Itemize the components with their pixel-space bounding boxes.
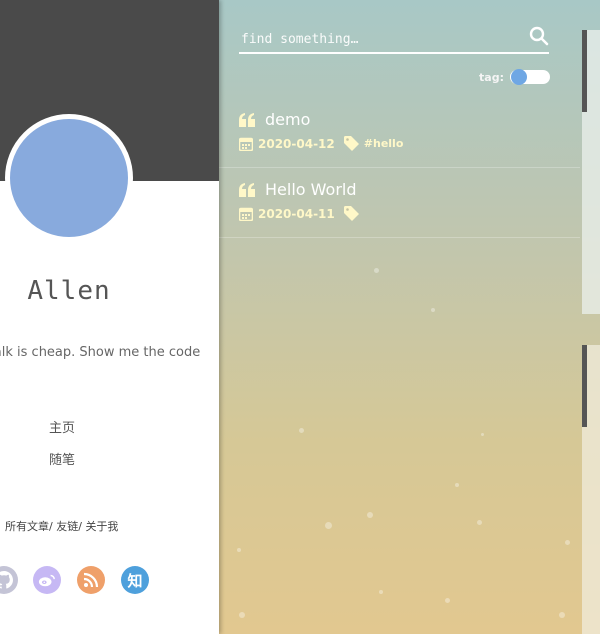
- side-panel: [582, 30, 600, 314]
- search-icon[interactable]: [529, 26, 549, 46]
- post-date: 2020-04-11: [258, 206, 335, 221]
- rss-icon[interactable]: [77, 566, 105, 594]
- nav-item-home[interactable]: 主页: [49, 417, 75, 436]
- toggle-knob: [511, 69, 527, 85]
- particle-dot: [455, 483, 459, 487]
- nav-item-notes[interactable]: 随笔: [49, 449, 75, 468]
- particle-dot: [379, 590, 383, 594]
- search-input[interactable]: [239, 28, 523, 50]
- calendar-icon: [239, 137, 253, 151]
- footer-link-friends[interactable]: 友链: [56, 520, 78, 533]
- tag-filter: tag:: [479, 69, 550, 85]
- particle-dot: [445, 598, 450, 603]
- footer-link-about[interactable]: 关于我: [85, 520, 118, 533]
- post-item: demo 2020-04-12 #hello: [219, 98, 580, 168]
- particle-dot: [239, 612, 245, 618]
- quote-icon: [239, 182, 255, 197]
- post-title: demo: [265, 110, 311, 129]
- particle-dot: [559, 612, 565, 618]
- tag-icon: [343, 206, 359, 221]
- particle-dot: [299, 428, 304, 433]
- particle-dot: [237, 548, 241, 552]
- particle-dot: [481, 433, 484, 436]
- tag-toggle[interactable]: [510, 69, 550, 85]
- post-title: Hello World: [265, 180, 357, 199]
- main-content: tag: demo 2020-04-12 #hello: [219, 0, 600, 634]
- post-date: 2020-04-12: [258, 136, 335, 151]
- particle-dot: [565, 540, 570, 545]
- quote-icon: [239, 112, 255, 127]
- author-name: Allen: [27, 276, 111, 306]
- post-meta: 2020-04-12 #hello: [239, 136, 403, 151]
- search-bar: [239, 26, 549, 54]
- particle-dot: [374, 268, 379, 273]
- scrollbar[interactable]: [582, 30, 587, 112]
- particle-dot: [431, 308, 435, 312]
- sidebar: Allen Talk is cheap. Show me the code 主页…: [0, 0, 219, 634]
- author-motto: Talk is cheap. Show me the code: [0, 345, 201, 360]
- footer-separator: /: [78, 520, 82, 533]
- side-panel: [582, 345, 600, 634]
- post-item: Hello World 2020-04-11: [219, 168, 580, 238]
- github-icon[interactable]: [0, 566, 18, 594]
- post-tag[interactable]: #hello: [364, 137, 404, 150]
- particle-dot: [477, 520, 482, 525]
- tag-toggle-label: tag:: [479, 70, 504, 84]
- scrollbar[interactable]: [582, 345, 587, 427]
- post-title-link[interactable]: demo: [239, 110, 310, 129]
- particle-dot: [325, 522, 332, 529]
- footer-link-all-posts[interactable]: 所有文章: [5, 520, 49, 533]
- tag-icon: [343, 136, 359, 151]
- calendar-icon: [239, 207, 253, 221]
- zhihu-icon[interactable]: 知: [121, 566, 149, 594]
- footer-separator: /: [49, 520, 53, 533]
- footer-links: 所有文章/ 友链/ 关于我: [5, 518, 118, 534]
- post-meta: 2020-04-11: [239, 206, 364, 221]
- weibo-icon[interactable]: [33, 566, 61, 594]
- post-title-link[interactable]: Hello World: [239, 180, 357, 199]
- avatar[interactable]: [5, 114, 133, 242]
- particle-dot: [367, 512, 373, 518]
